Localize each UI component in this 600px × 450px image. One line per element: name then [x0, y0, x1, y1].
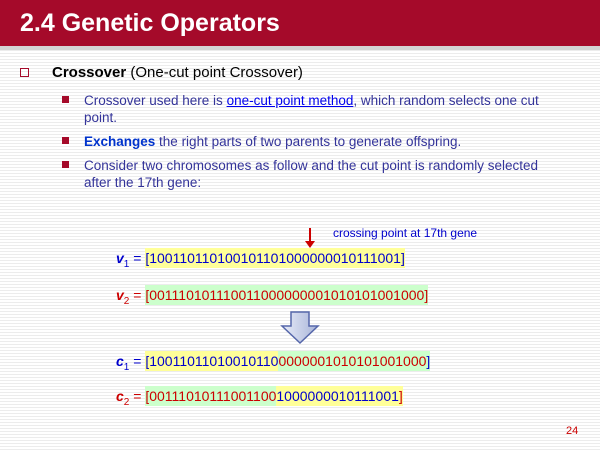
c1-left-segment: 10011011010010110: [149, 351, 279, 371]
title-underline: [0, 46, 600, 50]
down-arrow-icon: [280, 311, 320, 345]
v1-right-segment: 1000000010111001: [278, 248, 401, 268]
v1-left-segment: 10011011010010110: [149, 248, 279, 268]
filled-square-bullet-icon: [62, 137, 69, 144]
crossing-point-arrow-icon: [305, 241, 315, 248]
v2-left-segment: 00111010111001100: [149, 285, 277, 305]
crossover-label: Crossover: [52, 64, 127, 81]
v2-right-segment: 0000001010101001000: [276, 285, 425, 305]
chromosome-v1: v1 = [100110110100101101000000010111001]: [116, 248, 405, 270]
hollow-square-bullet-icon: [20, 68, 29, 77]
c2-right-segment: 1000000010111001: [276, 386, 399, 406]
crossing-point-arrow-shaft: [309, 228, 311, 242]
crossing-point-annotation: crossing point at 17th gene: [333, 226, 478, 240]
chromosome-v2: v2 = [0011101011100110000000010101010010…: [116, 285, 429, 307]
c1-right-segment: 0000001010101001000: [278, 351, 427, 371]
c2-left-segment: 00111010111001100: [149, 386, 277, 406]
filled-square-bullet-icon: [62, 161, 69, 168]
slide-title: 2.4 Genetic Operators: [0, 0, 600, 46]
chromosome-c1: c1 = [1001101101001011000000010101010010…: [116, 351, 431, 373]
filled-square-bullet-icon: [62, 96, 69, 103]
chromosome-c2: c2 = [001110101110011001000000010111001]: [116, 386, 403, 408]
crossover-subtitle: (One-cut point Crossover): [126, 64, 303, 81]
one-cut-point-link[interactable]: one-cut point method: [227, 93, 354, 108]
exchanges-label: Exchanges: [84, 134, 156, 149]
page-number: 24: [566, 425, 579, 437]
